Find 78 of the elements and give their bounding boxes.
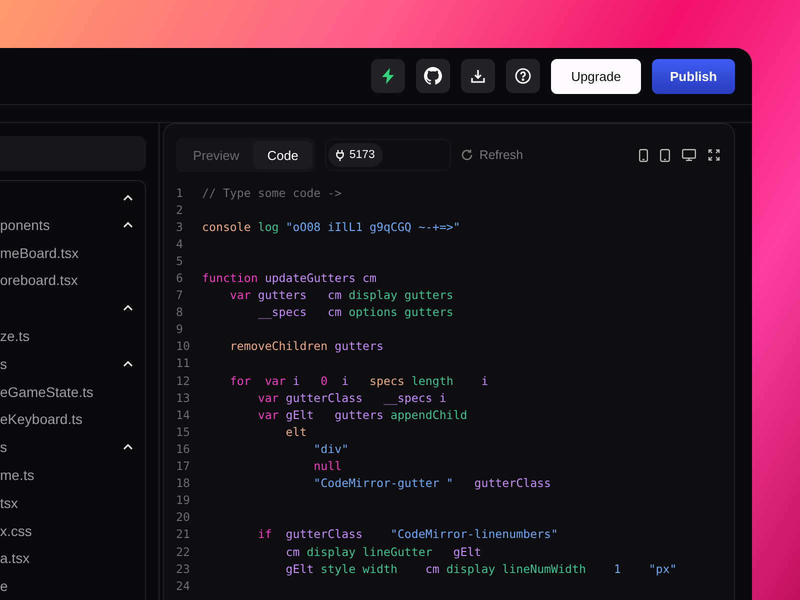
line-number: 24: [176, 578, 191, 593]
bolt-button[interactable]: [371, 59, 405, 93]
file-name[interactable]: oreboard.tsx: [0, 272, 78, 288]
url-field[interactable]: 5173: [325, 139, 452, 171]
publish-button[interactable]: Publish: [652, 58, 735, 94]
file-name[interactable]: me.ts: [0, 466, 34, 483]
code-line: function updateGutters cm: [202, 271, 377, 286]
line-number: 14: [176, 408, 191, 422]
file-name[interactable]: e: [0, 578, 8, 594]
line-number: 3: [176, 220, 184, 234]
download-button[interactable]: [461, 59, 495, 93]
code-line: var gutters cm display gutters: [228, 288, 454, 302]
code-line: // Type some code ->: [202, 186, 342, 200]
file-name[interactable]: eGameState.ts: [0, 384, 94, 400]
code-line: var gutterClass __specs i: [256, 390, 446, 405]
line-number: 7: [176, 288, 184, 302]
line-number: 5: [176, 254, 184, 268]
folder-name[interactable]: s: [0, 439, 7, 456]
line-number: 20: [176, 510, 191, 524]
file-name[interactable]: ze.ts: [0, 328, 30, 344]
line-number: 4: [176, 236, 184, 251]
plug-icon: [336, 150, 344, 160]
line-number: 13: [176, 390, 191, 405]
line-number: 18: [176, 476, 191, 490]
code-line: for var i 0 i specs length i: [228, 374, 488, 388]
code-line: elt: [284, 424, 307, 439]
line-number: 6: [176, 271, 184, 286]
line-number: 12: [176, 374, 191, 388]
code-line: "CodeMirror-gutter " gutterClass: [312, 476, 552, 490]
help-icon: [515, 68, 531, 84]
phone-icon[interactable]: [639, 148, 648, 162]
tablet-icon[interactable]: [660, 148, 670, 162]
folder-name[interactable]: s: [0, 356, 7, 372]
line-number: 8: [176, 305, 184, 320]
line-number: 11: [176, 356, 191, 370]
file-name[interactable]: eKeyboard.ts: [0, 411, 82, 428]
github-button[interactable]: [416, 59, 450, 93]
help-button[interactable]: [506, 59, 540, 93]
line-number: 23: [176, 562, 191, 576]
file-name[interactable]: tsx: [0, 494, 18, 511]
desktop-icon[interactable]: [682, 149, 696, 161]
line-number: 10: [176, 339, 191, 354]
port-badge[interactable]: 5173: [328, 143, 383, 167]
line-number: 16: [176, 442, 191, 456]
chevron-icon[interactable]: [123, 360, 133, 367]
refresh-button[interactable]: Refresh: [461, 148, 524, 162]
file-name[interactable]: meBoard.tsx: [0, 244, 79, 261]
refresh-icon: [461, 149, 474, 161]
code-line: cm display lineGutter gElt: [284, 544, 482, 559]
download-icon: [471, 69, 485, 83]
fullscreen-icon[interactable]: [708, 149, 720, 161]
upgrade-button[interactable]: Upgrade: [551, 58, 641, 94]
folder-name[interactable]: ponents: [0, 216, 50, 233]
code-line: if gutterClass "CodeMirror-linenumbers": [256, 527, 558, 542]
code-line: removeChildren gutters: [228, 339, 384, 354]
line-number: 22: [176, 544, 191, 559]
code-line: gElt style width cm display lineNumWidth 1 "px": [284, 562, 677, 576]
line-number: 19: [176, 493, 191, 508]
line-number: 15: [176, 424, 191, 439]
code-line: var gElt gutters appendChild: [256, 408, 468, 422]
line-number: 2: [176, 202, 184, 217]
chevron-icon[interactable]: [123, 305, 133, 312]
file-name[interactable]: x.css: [0, 522, 32, 538]
line-number: 1: [176, 186, 184, 200]
view-tab[interactable]: Code: [253, 141, 312, 169]
bolt-icon: [381, 68, 395, 84]
code-line: __specs cm options gutters: [256, 305, 454, 320]
file-name[interactable]: a.tsx: [0, 550, 30, 566]
code-line: console log "oO08 iIlL1 g9qCGQ ~-+=>": [202, 220, 460, 234]
code-line: null: [312, 459, 342, 474]
github-icon: [424, 67, 442, 85]
line-number: 9: [176, 322, 184, 336]
chevron-icon[interactable]: [123, 195, 133, 202]
line-number: 17: [176, 459, 191, 474]
chevron-icon[interactable]: [123, 222, 133, 228]
chevron-icon[interactable]: [123, 444, 133, 450]
line-number: 21: [176, 527, 191, 542]
code-line: "div": [312, 442, 349, 456]
